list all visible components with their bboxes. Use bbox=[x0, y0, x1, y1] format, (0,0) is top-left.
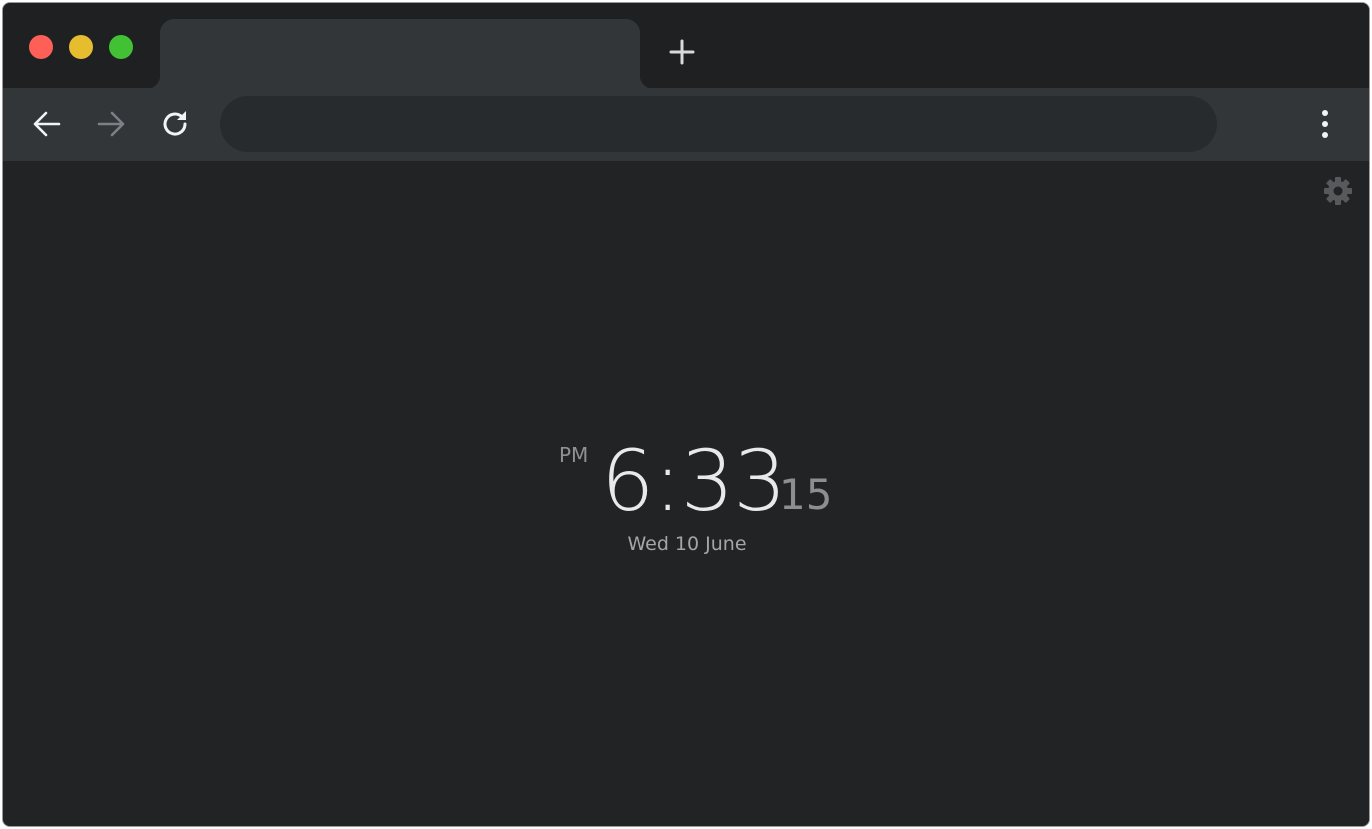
browser-tab[interactable] bbox=[146, 19, 654, 89]
toolbar bbox=[3, 88, 1369, 161]
kebab-menu-icon bbox=[1322, 110, 1328, 138]
maximize-window-button[interactable] bbox=[109, 35, 133, 59]
plus-icon bbox=[669, 39, 695, 65]
minimize-window-button[interactable] bbox=[69, 35, 93, 59]
clock-period: PM bbox=[559, 443, 589, 467]
browser-window: PM 6:33 15 Wed 10 June bbox=[2, 2, 1370, 827]
back-button[interactable] bbox=[31, 108, 63, 140]
page-content: PM 6:33 15 Wed 10 June bbox=[3, 161, 1369, 826]
close-window-button[interactable] bbox=[29, 35, 53, 59]
address-bar[interactable] bbox=[220, 96, 1217, 152]
browser-menu-button[interactable] bbox=[1311, 108, 1339, 140]
clock-widget: PM 6:33 15 Wed 10 June bbox=[3, 431, 1369, 571]
settings-button[interactable] bbox=[1322, 175, 1354, 207]
arrow-left-icon bbox=[33, 111, 61, 137]
reload-icon bbox=[163, 111, 187, 136]
new-tab-button[interactable] bbox=[667, 37, 697, 67]
clock-date: Wed 10 June bbox=[627, 533, 747, 555]
title-bar bbox=[3, 3, 1369, 89]
gear-icon bbox=[1324, 177, 1352, 205]
clock-time: 6:33 bbox=[601, 432, 787, 530]
forward-button[interactable] bbox=[95, 108, 127, 140]
clock-seconds: 15 bbox=[779, 470, 833, 519]
reload-button[interactable] bbox=[159, 108, 191, 140]
arrow-right-icon bbox=[97, 111, 125, 137]
